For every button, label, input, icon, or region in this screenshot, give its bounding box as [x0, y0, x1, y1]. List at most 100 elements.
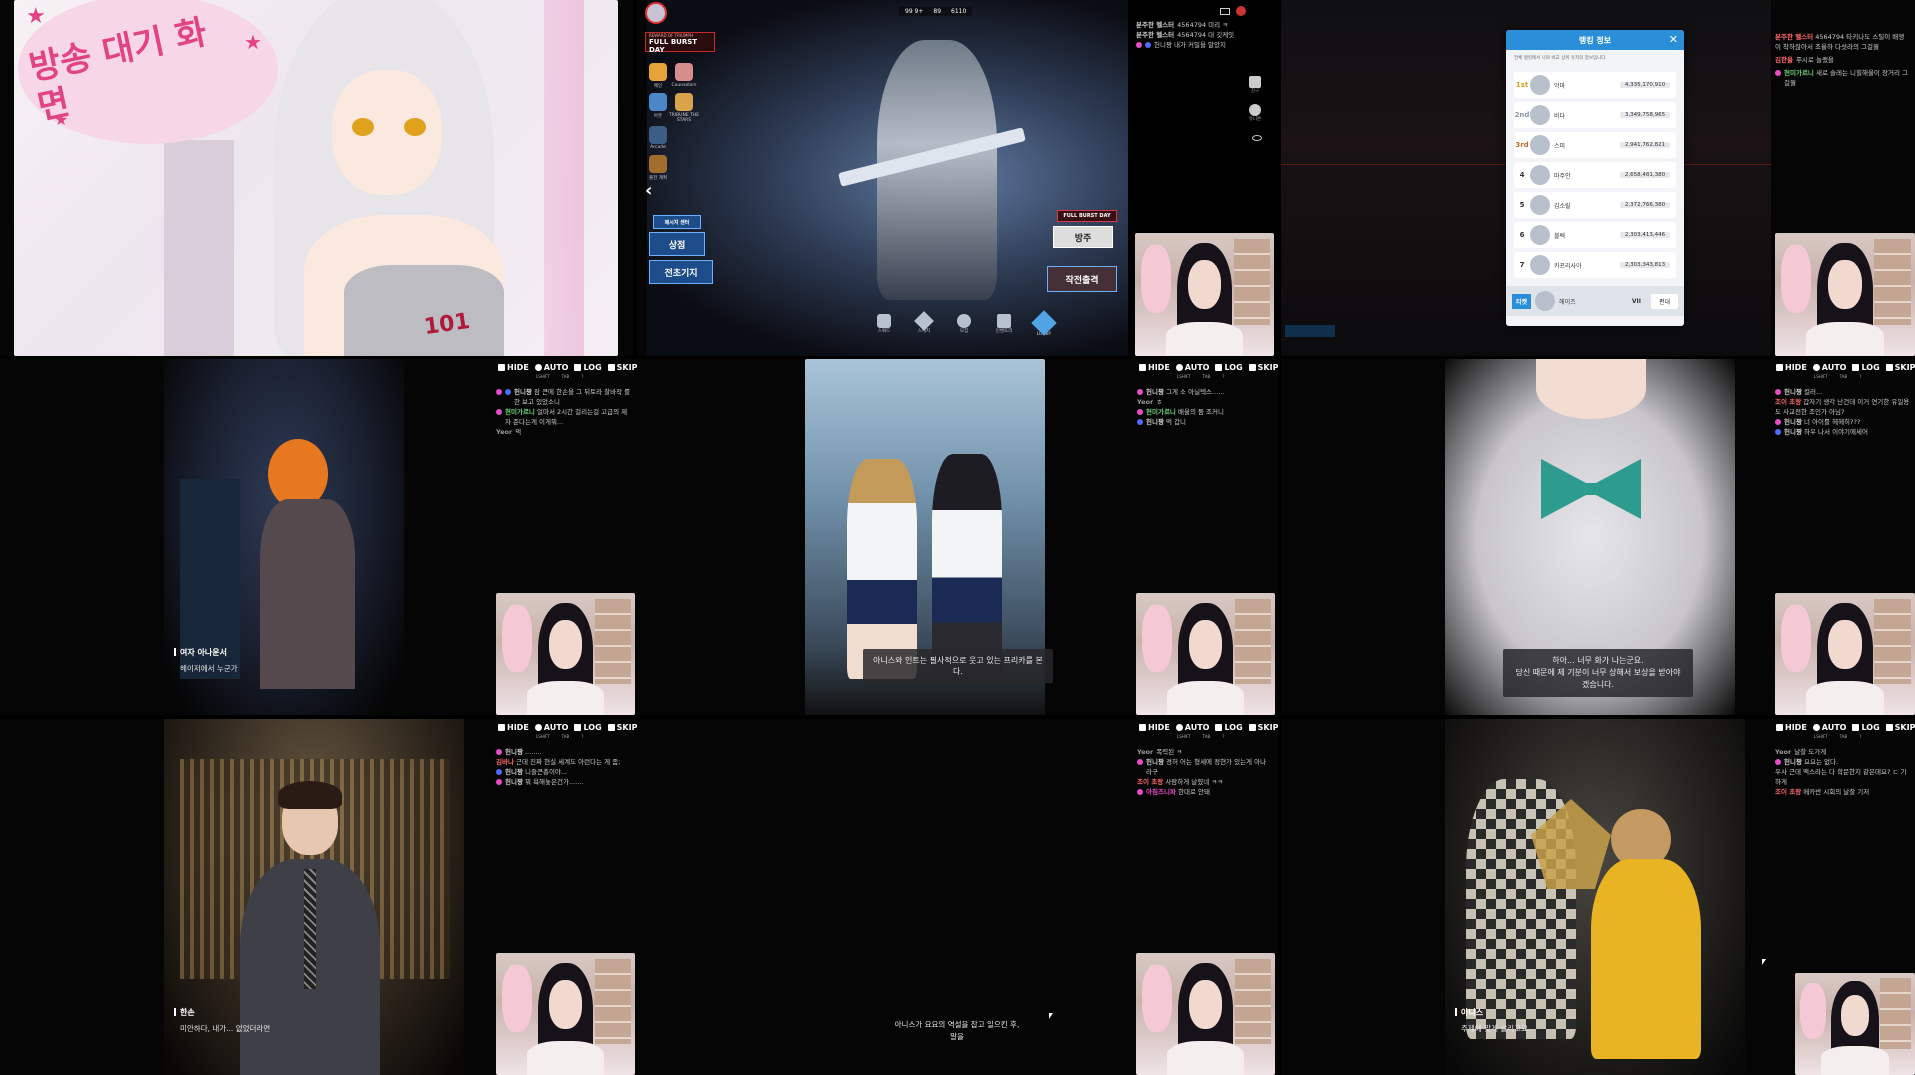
union-button[interactable]: 유니온 [1246, 104, 1264, 122]
menu-icon-2[interactable] [675, 63, 693, 81]
notification-icon[interactable] [1236, 6, 1246, 16]
skip-button[interactable]: SKIP [1885, 723, 1915, 732]
auto-button[interactable]: AUTO [1812, 363, 1846, 372]
hide-button[interactable]: HIDE [498, 723, 529, 732]
friend-button[interactable]: 친구 [1246, 76, 1264, 94]
rank-row-5[interactable]: 5 김소릴 2,372,766,380 [1514, 192, 1676, 218]
log-icon [1215, 724, 1223, 731]
chat-line: 조이 초랑 사람하게 날렸네 ㅋㅋ [1137, 777, 1272, 787]
rank-number: 7 [1519, 261, 1525, 269]
log-button[interactable]: LOG [1215, 363, 1243, 372]
hide-icon [498, 364, 505, 371]
chat-text: 사람하게 날렸네 ㅋㅋ [1165, 778, 1224, 786]
hide-icon [498, 724, 505, 731]
pink-wall [164, 140, 234, 356]
rank-row-2[interactable]: 2nd 비다 3,349,758,965 [1514, 102, 1676, 128]
event-banner[interactable]: REWARD OF TRIUMPH FULL BURST DAY [645, 32, 715, 54]
chat-nick: 현미가르니 [1146, 408, 1176, 416]
log-button[interactable]: LOG [1852, 723, 1880, 732]
log-button[interactable]: LOG [1852, 363, 1880, 372]
log-label: LOG [1861, 363, 1880, 372]
menu-icon-1[interactable] [649, 63, 667, 81]
nav-recruit[interactable]: 모집 [949, 314, 979, 337]
chat-line: 헌니짱 니즐큰총이야... [496, 767, 631, 777]
auto-button[interactable]: AUTO [1175, 363, 1209, 372]
hide-icon [1776, 724, 1783, 731]
ark-button[interactable]: 방주 [1053, 226, 1113, 248]
avatar[interactable] [645, 2, 667, 24]
rank-row-1[interactable]: 1st 악마 4,335,170,910 [1514, 72, 1676, 98]
chat-log: 분주한 헬스터 4564794 타키나도 스틸이 배쟁이 착하잖아서 조율하 다… [1775, 32, 1910, 88]
hide-button[interactable]: HIDE [1139, 363, 1170, 372]
avatar [1530, 135, 1550, 155]
log-button[interactable]: LOG [574, 723, 602, 732]
rank-row-3[interactable]: 3rd 스피 2,941,762,821 [1514, 132, 1676, 158]
log-button[interactable]: LOG [574, 363, 602, 372]
squad-button[interactable]: 편대 [1650, 293, 1678, 309]
chat-line: 조이 초랑 메카반 시회의 날찰 기저 [1775, 787, 1911, 797]
character-right [932, 454, 1002, 679]
skip-button[interactable]: SKIP [1248, 723, 1278, 732]
streamer-shirt [1805, 680, 1885, 715]
nav-inventory[interactable]: 인벤토리 [989, 314, 1019, 337]
tile-story-closeup: 하아... 너무 화가 나는군요. 당신 때문에 제 기분이 너무 상해서 보상… [1281, 359, 1915, 715]
badge-icon [1137, 789, 1143, 795]
log-label: LOG [1861, 723, 1880, 732]
shop-button[interactable]: 상점 [649, 232, 705, 256]
hide-ui-icon[interactable] [1252, 135, 1262, 141]
skip-icon [607, 364, 615, 371]
skip-button[interactable]: SKIP [607, 723, 637, 732]
auto-button[interactable]: AUTO [1812, 723, 1846, 732]
skip-button[interactable]: SKIP [1885, 363, 1915, 372]
menu-icon-6[interactable] [649, 155, 667, 173]
fullburst-day-button[interactable]: FULL BURST DAY [1057, 210, 1117, 222]
hide-button[interactable]: HIDE [1776, 723, 1807, 732]
hide-button[interactable]: HIDE [1139, 723, 1170, 732]
chat-text: 하우 나서 이야기에세어 [1804, 428, 1868, 436]
chat-line: 헌니짱 내가 커밀을 말았지 [1136, 40, 1276, 50]
mouse-cursor-icon [1762, 959, 1766, 965]
mail-icon[interactable] [1220, 8, 1230, 15]
narration-text: 아니스가 요요의 역설을 잡고 일으킨 후, 말을 [837, 1019, 1077, 1043]
chat-text: 헌니짱 내가 커밀을 말았지 [1154, 41, 1226, 49]
webcam-feed [1775, 233, 1915, 356]
chat-column-2: 분주한 헬스터 4564794 미리 ㅋ 분주한 헬스터 4564794 대 깃케잇… [1128, 0, 1278, 356]
nav-lobby[interactable]: LOBBY [1029, 310, 1059, 337]
pink-chair [501, 605, 533, 673]
nav-squad[interactable]: 스쿼드 [869, 314, 899, 337]
chat-nick: 조이 초랑 [1137, 778, 1164, 786]
menu-icon-4[interactable] [675, 93, 693, 111]
log-button[interactable]: LOG [1215, 723, 1243, 732]
close-icon[interactable]: ✕ [1669, 33, 1678, 46]
auto-button[interactable]: AUTO [534, 723, 568, 732]
rank-row-4[interactable]: 4 마주안 2,658,481,380 [1514, 162, 1676, 188]
badge-icon [1137, 419, 1143, 425]
rank-row-7[interactable]: 7 카프리사아 2,303,343,813 [1514, 252, 1676, 278]
key-hint: TAB [1839, 734, 1848, 739]
skip-button[interactable]: SKIP [607, 363, 637, 372]
skip-label: SKIP [1257, 363, 1278, 372]
skip-button[interactable]: SKIP [1248, 363, 1278, 372]
log-icon [1852, 724, 1860, 731]
campaign-button[interactable]: 작전출격 [1047, 266, 1117, 292]
prev-arrow-icon[interactable]: ‹ [645, 180, 652, 201]
avatar [1530, 195, 1550, 215]
menu-label: TRIBUNE THE STARS [668, 113, 700, 123]
hide-button[interactable]: HIDE [498, 363, 529, 372]
my-rank-row[interactable]: 티켓 헤이즈 VII 편대 [1506, 286, 1684, 316]
rank-row-6[interactable]: 6 블렉 2,303,413,446 [1514, 222, 1676, 248]
nav-sketch[interactable]: 스케치 [909, 311, 939, 337]
streamer-face [1188, 619, 1223, 669]
rank-name: 김소릴 [1554, 202, 1571, 210]
menu-icon-5[interactable] [649, 126, 667, 144]
auto-button[interactable]: AUTO [1175, 723, 1209, 732]
key-hint: ? [581, 374, 584, 379]
outpost-button[interactable]: 전초기지 [649, 260, 713, 284]
chat-text: 근데 진짜 현실 세계도 아런다는 게 좀; [516, 758, 621, 766]
hide-button[interactable]: HIDE [1776, 363, 1807, 372]
chat-log: 헌니짱 잠 큰에 한손을 그 뒤토라 찰바작 를 한 보고 있었소니 현미가르니… [496, 387, 631, 437]
chat-line: Yeor 날찰 도가게 [1775, 747, 1911, 757]
message-center-button[interactable]: 메시지 센터 [653, 215, 701, 229]
auto-button[interactable]: AUTO [534, 363, 568, 372]
menu-icon-3[interactable] [649, 93, 667, 111]
